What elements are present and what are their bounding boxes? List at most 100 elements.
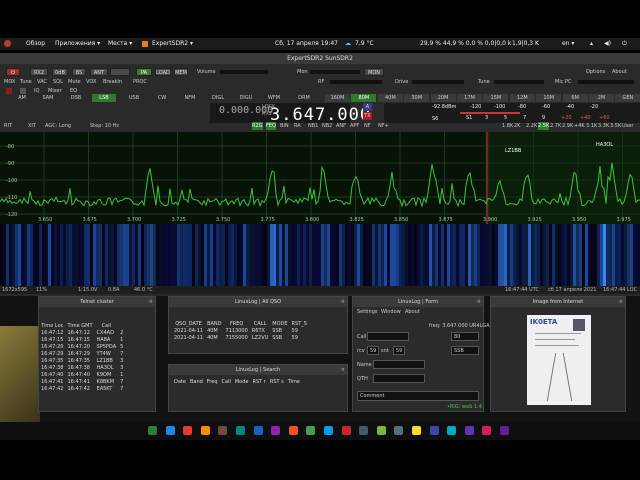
sql-button[interactable]: SQL	[53, 78, 63, 86]
power-menu-icon[interactable]: ⏻	[622, 40, 627, 48]
band-6m-button[interactable]: 6M	[562, 94, 588, 102]
close-icon[interactable]: ×	[477, 297, 481, 307]
xit-button[interactable]: XIT	[28, 122, 36, 130]
dock-app-icon[interactable]	[183, 426, 193, 435]
table-row[interactable]: 16:47:40 16:47:40 K9OM 1	[39, 372, 125, 379]
band-17m-button[interactable]: 17M	[457, 94, 482, 102]
pa-button[interactable]: PA	[136, 68, 152, 76]
tx-label[interactable]: TX	[363, 112, 372, 120]
options-button[interactable]: Options	[586, 68, 605, 76]
spectrum-panel[interactable]: -80 -90 -100 -110 -120 3.650 3.675 3.700 3.725 3…	[0, 132, 640, 224]
mon-selector[interactable]: MON	[364, 68, 384, 76]
mode-wfm-button[interactable]: WFM	[262, 94, 286, 102]
mode-select[interactable]: SSB	[451, 346, 479, 355]
dock-app-icon[interactable]	[165, 426, 175, 435]
band-30m-button[interactable]: 30M	[404, 94, 430, 102]
att-selector[interactable]: 0dB	[52, 68, 68, 76]
dock-app-icon[interactable]	[271, 426, 281, 435]
filter-button[interactable]: 3.3K	[598, 122, 609, 130]
temperature[interactable]: 7,9 °C	[355, 40, 374, 47]
qso-column-header[interactable]: QSO_DATE	[172, 321, 205, 328]
breakin-selector[interactable]: BreakIn	[103, 78, 122, 86]
band-select[interactable]: 80	[451, 332, 479, 341]
band-40m-button[interactable]: 40M	[377, 94, 403, 102]
activities-button[interactable]: Обзор	[26, 40, 45, 47]
close-icon[interactable]: ×	[341, 297, 345, 307]
rit-button[interactable]: RIT	[4, 122, 12, 130]
dock-app-icon[interactable]	[253, 426, 263, 435]
filter-button[interactable]: +4K	[574, 122, 585, 130]
bs-button[interactable]: BS	[72, 68, 86, 76]
app-menu[interactable]: ExpertSDR2 ▾	[152, 40, 193, 47]
ant-field[interactable]	[110, 68, 130, 76]
filter-button[interactable]: 2K	[514, 122, 520, 130]
band-160m-button[interactable]: 160M	[325, 94, 350, 102]
vfo-a-label[interactable]: A	[363, 103, 372, 111]
dock-app-icon[interactable]	[218, 426, 228, 435]
telnet-column-header[interactable]: Call	[95, 323, 119, 330]
search-column-header[interactable]: Call	[220, 379, 233, 386]
dock-app-icon[interactable]	[412, 426, 421, 435]
power-icon[interactable]	[4, 40, 11, 47]
tune-slider[interactable]	[494, 80, 544, 84]
dock-app-icon[interactable]	[464, 426, 474, 435]
search-column-header[interactable]: Date	[172, 379, 188, 386]
waterfall-panel[interactable]	[0, 224, 640, 286]
dock-app-icon[interactable]	[200, 426, 210, 435]
filter-button[interactable]: 3.1K	[586, 122, 597, 130]
dsp-nfplus-button[interactable]: NF+	[378, 122, 389, 130]
table-row[interactable]: 16:47:38 16:47:38 HA3OL 3	[39, 365, 125, 372]
mode-sam-button[interactable]: SAM	[36, 94, 60, 102]
filter-button[interactable]: 3.5K	[610, 122, 621, 130]
band-80m-button[interactable]: 80M	[351, 94, 377, 102]
close-icon[interactable]: ×	[149, 297, 153, 307]
dock-app-icon[interactable]	[306, 426, 316, 435]
mode-digl-button[interactable]: DIGL	[206, 94, 230, 102]
places-menu[interactable]: Места ▾	[108, 40, 132, 47]
filter-button[interactable]: 2.2K	[526, 122, 537, 130]
dock-app-icon[interactable]	[394, 426, 404, 435]
mode-dsb-button[interactable]: DSB	[64, 94, 88, 102]
mode-nfm-button[interactable]: NFM	[178, 94, 202, 102]
search-column-header[interactable]: RST s	[268, 379, 286, 386]
mic-slider[interactable]	[578, 80, 634, 84]
form-menu-item[interactable]: Window	[381, 308, 401, 316]
dsp-feq-button[interactable]: FEQ	[266, 122, 276, 130]
comment-input[interactable]: Comment	[357, 391, 479, 401]
system-monitor[interactable]: 29,9 % 44,9 % 0,0 % 0,0|0,0 k	[420, 40, 511, 47]
dock-app-icon[interactable]	[324, 426, 333, 435]
network-speed[interactable]: 1,9|0,3 K	[512, 40, 539, 47]
dock-app-icon[interactable]	[376, 426, 386, 435]
mode-usb-button[interactable]: USB	[122, 94, 146, 102]
spot-label[interactable]: HA3OL	[596, 142, 613, 148]
name-input[interactable]	[373, 360, 425, 369]
filter-button[interactable]: 2.5K	[538, 122, 550, 130]
search-column-header[interactable]: Band	[188, 379, 205, 386]
table-row[interactable]: 16:47:42 16:47:42 EA5KT 7	[39, 386, 125, 393]
dock-app-icon[interactable]	[341, 426, 351, 435]
vac-button[interactable]: VAC	[37, 78, 47, 86]
spot-label[interactable]: LZ1BB	[505, 148, 522, 154]
vox-button[interactable]: VOX	[86, 78, 96, 86]
clock[interactable]: Сб, 17 апреля 19:47	[275, 40, 338, 47]
dsp-nb1-button[interactable]: NB1	[308, 122, 318, 130]
close-icon[interactable]: ×	[341, 365, 345, 375]
dock-app-icon[interactable]	[482, 426, 492, 435]
rst-s-input[interactable]: 59	[393, 346, 405, 355]
search-column-header[interactable]: Time	[286, 379, 302, 386]
table-row[interactable]: 16:47:41 16:47:41 K8BKM 7	[39, 379, 125, 386]
form-menu-item[interactable]: Settings	[357, 308, 378, 316]
rst-r-input[interactable]: 59	[367, 346, 379, 355]
dock-app-icon[interactable]	[447, 426, 457, 435]
filter-button[interactable]: 2.7K	[550, 122, 561, 130]
dsp-ra-button[interactable]: RA	[294, 122, 301, 130]
dsp-nb2-button[interactable]: NB2	[322, 122, 332, 130]
load-button[interactable]: LOAD	[155, 68, 171, 76]
form-menu-item[interactable]: About	[405, 308, 420, 316]
call-input[interactable]	[367, 332, 409, 341]
about-button[interactable]: About	[612, 68, 627, 76]
table-row[interactable]: 16:47:12 16:47:12 CX4AD 2	[39, 330, 125, 337]
mode-drm-button[interactable]: DRM	[292, 94, 316, 102]
qso-column-header[interactable]: MODE	[270, 321, 289, 328]
search-column-header[interactable]: Mode	[233, 379, 251, 386]
